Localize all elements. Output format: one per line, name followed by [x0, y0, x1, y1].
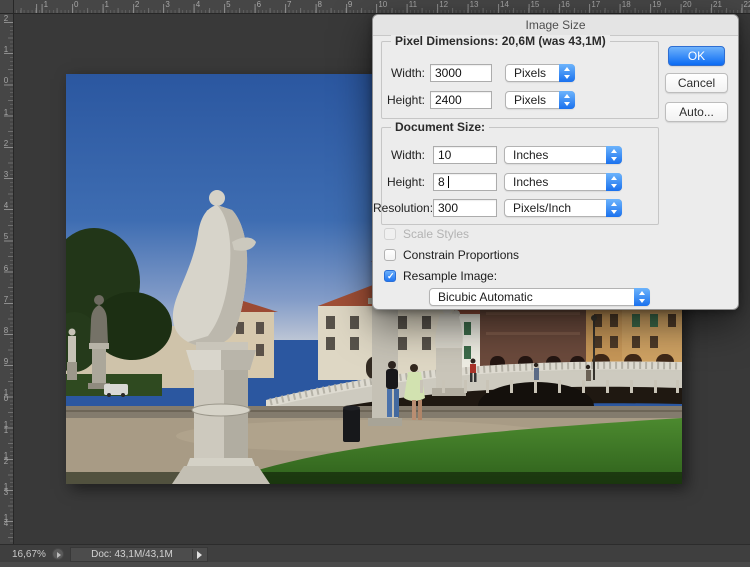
- dialog-title: Image Size: [525, 18, 585, 32]
- play-arrow-icon[interactable]: [192, 549, 206, 560]
- resample-image-checkbox[interactable]: Resample Image:: [384, 270, 534, 284]
- ruler-label: 13: [470, 1, 479, 9]
- ruler-label: 21: [713, 1, 722, 9]
- constrain-proportions-checkbox[interactable]: Constrain Proportions: [384, 249, 554, 263]
- ruler-label: 2: [135, 1, 139, 9]
- px-height-label: Height:: [379, 91, 425, 109]
- dialog-titlebar[interactable]: Image Size: [373, 15, 738, 36]
- doc-height-input[interactable]: [433, 173, 497, 191]
- auto-button[interactable]: Auto...: [665, 102, 728, 122]
- ruler-label: 2: [2, 141, 10, 147]
- ruler-label: 14: [500, 1, 509, 9]
- ruler-label: 7: [2, 297, 10, 303]
- ruler-label: 18: [622, 1, 631, 9]
- doc-height-unit-select[interactable]: Inches: [504, 173, 622, 191]
- status-bottom-strip: [0, 562, 750, 567]
- ruler-label: 1: [44, 1, 48, 9]
- zoom-level-field[interactable]: 16,67%: [12, 549, 46, 560]
- ruler-label: 1: [2, 47, 10, 53]
- pixel-dimensions-legend: Pixel Dimensions: 20,6M (was 43,1M): [391, 35, 610, 48]
- ruler-label: 16: [561, 1, 570, 9]
- ruler-label: 5: [226, 1, 230, 9]
- checkbox-box-icon: [384, 228, 396, 240]
- px-width-input[interactable]: [430, 64, 492, 82]
- resolution-unit-select[interactable]: Pixels/Inch: [504, 199, 622, 217]
- px-height-input[interactable]: [430, 91, 492, 109]
- cancel-button[interactable]: Cancel: [665, 73, 728, 93]
- stepper-chevrons-icon: [606, 173, 622, 191]
- stepper-chevrons-icon: [606, 199, 622, 217]
- ruler-top[interactable]: 1012345678910111213141516171819202122: [14, 0, 750, 14]
- resolution-label: Resolution:: [373, 199, 425, 217]
- document-size-legend: Document Size:: [391, 121, 489, 134]
- status-flyout-icon[interactable]: [52, 548, 64, 560]
- text-caret: [448, 176, 449, 188]
- ruler-label: 17: [591, 1, 600, 9]
- ruler-label: 1 3: [2, 484, 10, 496]
- doc-width-unit-select[interactable]: Inches: [504, 146, 622, 164]
- ruler-label: 1 4: [2, 515, 10, 527]
- trash-bin: [343, 406, 360, 443]
- image-size-dialog: Image Size Pixel Dimensions: 20,6M (was …: [372, 14, 739, 310]
- stepper-chevrons-icon: [559, 91, 575, 109]
- stepper-chevrons-icon: [634, 288, 650, 306]
- ruler-label: 1 0: [2, 390, 10, 402]
- ruler-label: 0: [2, 78, 10, 84]
- ruler-label: 4: [2, 203, 10, 209]
- doc-info-text: Doc: 43,1M/43,1M: [71, 548, 207, 561]
- ruler-label: 20: [683, 1, 692, 9]
- px-width-unit-select[interactable]: Pixels: [505, 64, 575, 82]
- ruler-label: 1: [104, 1, 108, 9]
- ruler-label: 4: [196, 1, 200, 9]
- ruler-label: 3: [2, 172, 10, 178]
- ruler-label: 5: [2, 234, 10, 240]
- ruler-label: 3: [165, 1, 169, 9]
- ruler-label: 2: [2, 16, 10, 22]
- doc-height-label: Height:: [379, 173, 425, 191]
- ruler-label: 1 1: [2, 422, 10, 434]
- checkbox-box-icon: [384, 249, 396, 261]
- ruler-label: 9: [2, 359, 10, 365]
- photoshop-window: 1012345678910111213141516171819202122 21…: [0, 0, 750, 567]
- pixel-dimensions-size: 20,6M (was 43,1M): [502, 34, 606, 48]
- doc-info-box[interactable]: Doc: 43,1M/43,1M: [70, 547, 208, 562]
- checkbox-box-icon: [384, 270, 396, 282]
- doc-width-input[interactable]: [433, 146, 497, 164]
- ruler-label: 8: [317, 1, 321, 9]
- stepper-chevrons-icon: [606, 146, 622, 164]
- ruler-label: 19: [652, 1, 661, 9]
- px-width-label: Width:: [379, 64, 425, 82]
- ruler-label: 22: [743, 1, 750, 9]
- ruler-label: 8: [2, 328, 10, 334]
- ruler-origin-corner[interactable]: [0, 0, 14, 14]
- stepper-chevrons-icon: [559, 64, 575, 82]
- ruler-left[interactable]: 2101234567891 01 11 21 31 41 5: [0, 14, 14, 567]
- ruler-label: 9: [348, 1, 352, 9]
- ok-button[interactable]: OK: [668, 46, 725, 66]
- ruler-label: 10: [378, 1, 387, 9]
- px-height-unit-select[interactable]: Pixels: [505, 91, 575, 109]
- ruler-label: 6: [257, 1, 261, 9]
- ground: [66, 418, 682, 484]
- doc-width-label: Width:: [379, 146, 425, 164]
- scale-styles-checkbox[interactable]: Scale Styles: [384, 228, 534, 242]
- ruler-label: 0: [74, 1, 78, 9]
- resolution-input[interactable]: [433, 199, 497, 217]
- ruler-label: 1 2: [2, 453, 10, 465]
- ruler-label: 15: [530, 1, 539, 9]
- ruler-label: 1: [2, 110, 10, 116]
- ruler-label: 11: [409, 1, 417, 9]
- resample-method-select[interactable]: Bicubic Automatic: [429, 288, 650, 306]
- status-bar: 16,67% Doc: 43,1M/43,1M: [0, 544, 750, 567]
- ruler-label: 6: [2, 266, 10, 272]
- ruler-label: 7: [287, 1, 291, 9]
- ruler-label: 12: [439, 1, 448, 9]
